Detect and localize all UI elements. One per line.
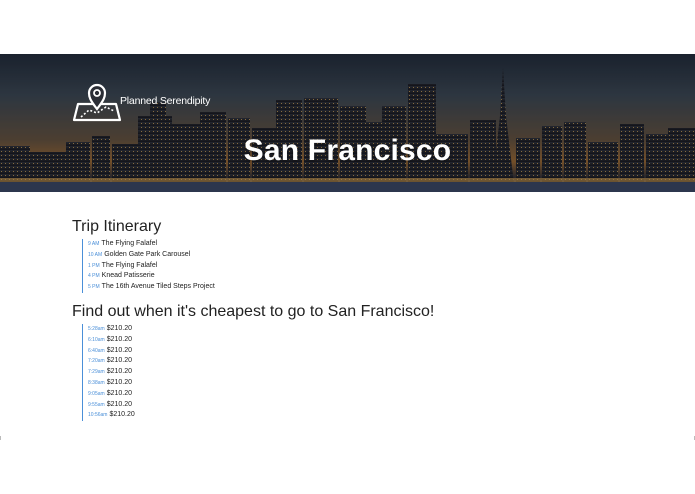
price-time: 9:55am bbox=[88, 401, 105, 408]
itinerary-item[interactable]: 9 AM The Flying Falafel bbox=[88, 239, 632, 250]
price-value: $210.20 bbox=[106, 400, 132, 408]
price-time: 7:29am bbox=[88, 369, 105, 376]
itinerary-item[interactable]: 4 PM Knead Patisserie bbox=[88, 271, 632, 282]
price-item[interactable]: 10:56am $210.20 bbox=[88, 410, 632, 421]
price-item[interactable]: 6:10am $210.20 bbox=[88, 335, 632, 346]
price-value: $210.20 bbox=[106, 368, 132, 376]
price-value: $210.20 bbox=[106, 389, 132, 397]
itinerary-item[interactable]: 1 PM The Flying Falafel bbox=[88, 261, 632, 272]
itinerary-time: 5 PM bbox=[88, 284, 100, 291]
price-time: 6:40am bbox=[88, 347, 105, 354]
itinerary-place: The Flying Falafel bbox=[101, 261, 158, 269]
price-timeline: 5:28am $210.20 6:10am $210.20 6:40am $210.2… bbox=[82, 323, 632, 422]
itinerary-heading: Trip Itinerary bbox=[72, 218, 162, 235]
frame-corner-mark bbox=[0, 436, 1, 440]
price-value: $210.20 bbox=[106, 357, 132, 365]
itinerary-place: The Flying Falafel bbox=[101, 240, 158, 247]
price-time: 5:28am bbox=[88, 325, 105, 332]
main-content: Trip Itinerary 9 AM The Flying Falafel 10… bbox=[72, 218, 632, 422]
price-value: $210.20 bbox=[106, 346, 132, 354]
map-pin-logo-icon[interactable] bbox=[72, 80, 122, 122]
price-item[interactable]: 9:05am $210.20 bbox=[88, 389, 632, 400]
itinerary-place: Golden Gate Park Carousel bbox=[104, 250, 191, 258]
cheapest-heading: Find out when it's cheapest to go to San… bbox=[72, 302, 435, 320]
price-item[interactable]: 6:40am $210.20 bbox=[88, 346, 632, 357]
price-value: $210.20 bbox=[106, 335, 132, 343]
price-value: $210.20 bbox=[106, 324, 132, 332]
itinerary-timeline: 9 AM The Flying Falafel 10 AM Golden Gate … bbox=[82, 239, 632, 293]
itinerary-time: 4 PM bbox=[88, 273, 100, 280]
price-time: 6:10am bbox=[88, 336, 105, 343]
price-value: $210.20 bbox=[106, 378, 132, 386]
page-title: San Francisco bbox=[243, 134, 452, 167]
itinerary-time: 9 AM bbox=[88, 241, 100, 247]
itinerary-item[interactable]: 5 PM The 16th Avenue Tiled Steps Project bbox=[88, 282, 632, 293]
price-time: 10:56am bbox=[88, 412, 108, 419]
brand-name[interactable]: Planned Serendipity bbox=[120, 95, 210, 107]
hero-overlay bbox=[0, 54, 695, 192]
price-time: 7:20am bbox=[88, 358, 105, 365]
price-time: 9:05am bbox=[88, 390, 105, 397]
price-item[interactable]: 7:29am $210.20 bbox=[88, 367, 632, 378]
itinerary-time: 10 AM bbox=[88, 251, 103, 258]
price-item[interactable]: 8:38am $210.20 bbox=[88, 378, 632, 389]
itinerary-time: 1 PM bbox=[88, 262, 100, 269]
itinerary-item[interactable]: 10 AM Golden Gate Park Carousel bbox=[88, 250, 632, 261]
price-item[interactable]: 7:20am $210.20 bbox=[88, 356, 632, 367]
price-item[interactable]: 5:28am $210.20 bbox=[88, 324, 632, 335]
itinerary-place: Knead Patisserie bbox=[101, 272, 155, 280]
price-time: 8:38am bbox=[88, 379, 105, 386]
price-item[interactable]: 9:55am $210.20 bbox=[88, 400, 632, 411]
hero-banner: Planned Serendipity San Francisco bbox=[0, 54, 695, 192]
price-value: $210.20 bbox=[109, 411, 135, 419]
itinerary-place: The 16th Avenue Tiled Steps Project bbox=[101, 283, 215, 291]
